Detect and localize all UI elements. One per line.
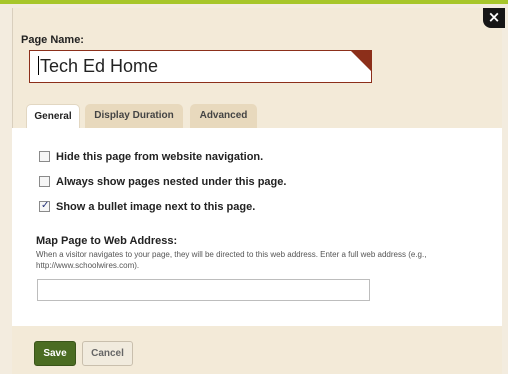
map-address-description: When a visitor navigates to your page, t… xyxy=(36,250,427,270)
page-name-value: Tech Ed Home xyxy=(40,56,159,76)
show-bullet-image-option[interactable]: Show a bullet image next to this page. xyxy=(39,199,256,214)
dialog-footer: Save Cancel xyxy=(12,326,502,374)
show-nested-pages-label: Always show pages nested under this page… xyxy=(56,176,287,188)
map-address-label: Map Page to Web Address: xyxy=(36,235,178,247)
tab-advanced[interactable]: Advanced xyxy=(190,104,257,128)
tab-general[interactable]: General xyxy=(26,104,80,129)
general-tab-panel: Hide this page from website navigation. … xyxy=(12,128,502,326)
show-bullet-image-checkbox[interactable] xyxy=(39,199,50,212)
show-nested-pages-checkbox[interactable] xyxy=(39,176,50,187)
page-name-input[interactable]: Tech Ed Home xyxy=(29,50,372,83)
page-name-label: Page Name: xyxy=(21,34,84,46)
close-icon[interactable]: × xyxy=(483,8,505,28)
show-nested-pages-option[interactable]: Always show pages nested under this page… xyxy=(39,176,286,189)
top-accent-bar xyxy=(0,0,508,4)
hide-from-navigation-label: Hide this page from website navigation. xyxy=(56,151,264,163)
field-corner-marker xyxy=(351,51,371,71)
cancel-button[interactable]: Cancel xyxy=(82,341,133,366)
save-button[interactable]: Save xyxy=(34,341,76,366)
hide-from-navigation-option[interactable]: Hide this page from website navigation. xyxy=(39,151,263,164)
text-caret xyxy=(38,56,39,75)
tab-display-duration[interactable]: Display Duration xyxy=(85,104,183,128)
show-bullet-image-label: Show a bullet image next to this page. xyxy=(56,201,256,213)
hide-from-navigation-checkbox[interactable] xyxy=(39,151,50,162)
web-address-input[interactable] xyxy=(37,279,370,301)
